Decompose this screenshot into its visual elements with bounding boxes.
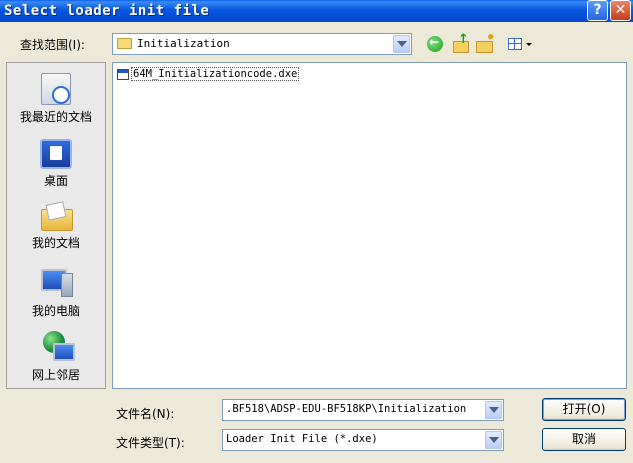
desktop-icon: [40, 139, 72, 169]
file-type-value: Loader Init File (*.dxe): [226, 433, 378, 445]
file-type-label: 文件类型(T):: [116, 436, 185, 450]
file-name-field[interactable]: .BF518\ADSP-EDU-BF518KP\Initialization: [222, 399, 504, 421]
open-button[interactable]: 打开(O): [542, 398, 626, 421]
look-in-label: 查找范围(I):: [20, 38, 85, 52]
my-documents-icon: [39, 201, 73, 231]
recent-documents-icon: [41, 73, 71, 105]
help-button[interactable]: ?: [587, 0, 608, 21]
place-label: 网上邻居: [31, 368, 80, 382]
folder-icon: [117, 38, 132, 49]
place-recent-documents[interactable]: 我最近的文档: [7, 73, 105, 125]
places-bar: 我最近的文档 桌面 我的文档 我的电脑 网上邻居: [6, 62, 106, 389]
file-type-dropdown[interactable]: Loader Init File (*.dxe): [222, 429, 504, 451]
window-title: Select loader init file: [4, 3, 210, 19]
place-my-computer[interactable]: 我的电脑: [7, 267, 105, 319]
file-list[interactable]: 64M_Initializationcode.dxe: [112, 62, 627, 389]
close-button[interactable]: ✕: [610, 0, 631, 21]
look-in-value: Initialization: [137, 37, 230, 50]
place-desktop[interactable]: 桌面: [7, 139, 105, 189]
place-network[interactable]: 网上邻居: [7, 331, 105, 383]
chevron-down-icon[interactable]: [393, 35, 410, 53]
network-places-icon: [39, 331, 75, 363]
back-icon[interactable]: [427, 35, 443, 52]
place-label: 桌面: [43, 174, 68, 188]
file-name-value[interactable]: .BF518\ADSP-EDU-BF518KP\Initialization: [226, 403, 484, 415]
chevron-down-icon[interactable]: [485, 431, 502, 449]
up-folder-icon[interactable]: [452, 32, 470, 53]
place-label: 我的文档: [31, 236, 80, 250]
new-folder-icon[interactable]: [476, 33, 495, 53]
place-label: 我的电脑: [31, 304, 80, 318]
title-bar: Select loader init file ? ✕: [0, 0, 633, 22]
list-item[interactable]: 64M_Initializationcode.dxe: [117, 67, 300, 81]
file-name-label: 文件名(N):: [116, 407, 175, 421]
cancel-button[interactable]: 取消: [542, 428, 626, 451]
file-name: 64M_Initializationcode.dxe: [131, 67, 300, 81]
place-my-documents[interactable]: 我的文档: [7, 201, 105, 251]
views-menu-icon[interactable]: [508, 36, 532, 52]
chevron-down-icon[interactable]: [485, 401, 502, 419]
look-in-dropdown[interactable]: Initialization: [112, 33, 412, 55]
my-computer-icon: [39, 267, 73, 299]
place-label: 我最近的文档: [19, 110, 92, 124]
dxe-file-icon: [117, 68, 129, 80]
